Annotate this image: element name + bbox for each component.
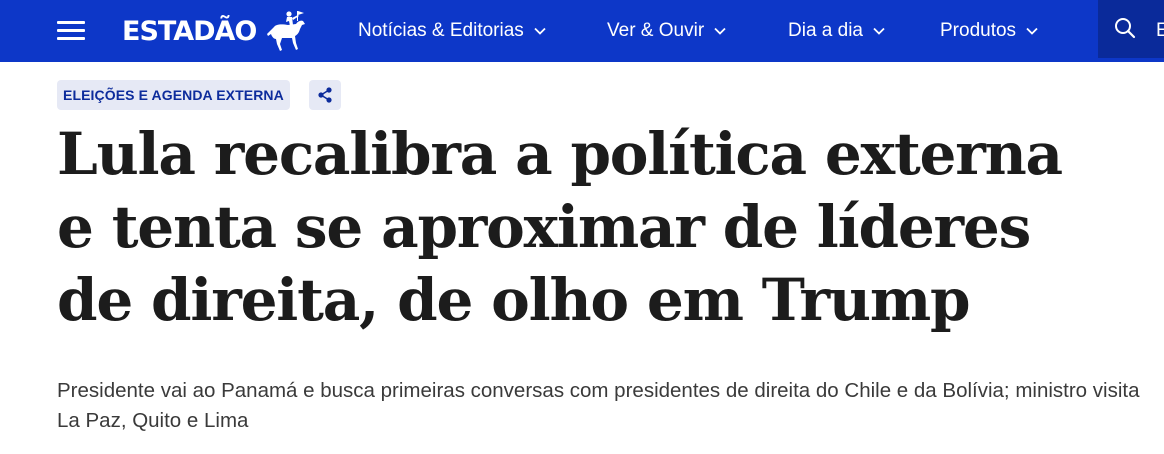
nav-noticias-editorias[interactable]: Notícias & Editorias (358, 0, 546, 62)
nav-dia-a-dia[interactable]: Dia a dia (788, 0, 885, 62)
horse-rider-logo-icon (267, 11, 306, 51)
nav-label: Produtos (940, 20, 1017, 41)
chevron-down-icon (714, 27, 726, 35)
nav-label: Dia a dia (788, 20, 863, 41)
nav-ver-ouvir[interactable]: Ver & Ouvir (607, 0, 726, 62)
nav-produtos[interactable]: Produtos (940, 0, 1038, 62)
article-subtitle: Presidente vai ao Panamá e busca primeir… (57, 379, 1140, 432)
chevron-down-icon (1026, 27, 1038, 35)
logo-wordmark: ESTADÃO (122, 15, 257, 47)
share-icon (318, 87, 332, 103)
share-button[interactable] (309, 80, 341, 110)
nav-label: Ver & Ouvir (607, 20, 705, 41)
search-icon (1115, 18, 1136, 39)
search-button[interactable] (1098, 0, 1164, 58)
article-headline: Lula recalibra a política externa e tent… (57, 120, 1063, 334)
chevron-down-icon (873, 27, 885, 35)
top-navigation-bar: ESTADÃO Notícias & Editorias Ver & Ouvir… (0, 0, 1164, 62)
site-logo[interactable]: ESTADÃO (122, 8, 308, 54)
section-tag[interactable]: ELEIÇÕES E AGENDA EXTERNA (57, 80, 290, 110)
chevron-down-icon (534, 27, 546, 35)
search-label-peek: E (1156, 20, 1164, 41)
nav-label: Notícias & Editorias (358, 20, 524, 41)
menu-icon[interactable] (57, 19, 85, 43)
